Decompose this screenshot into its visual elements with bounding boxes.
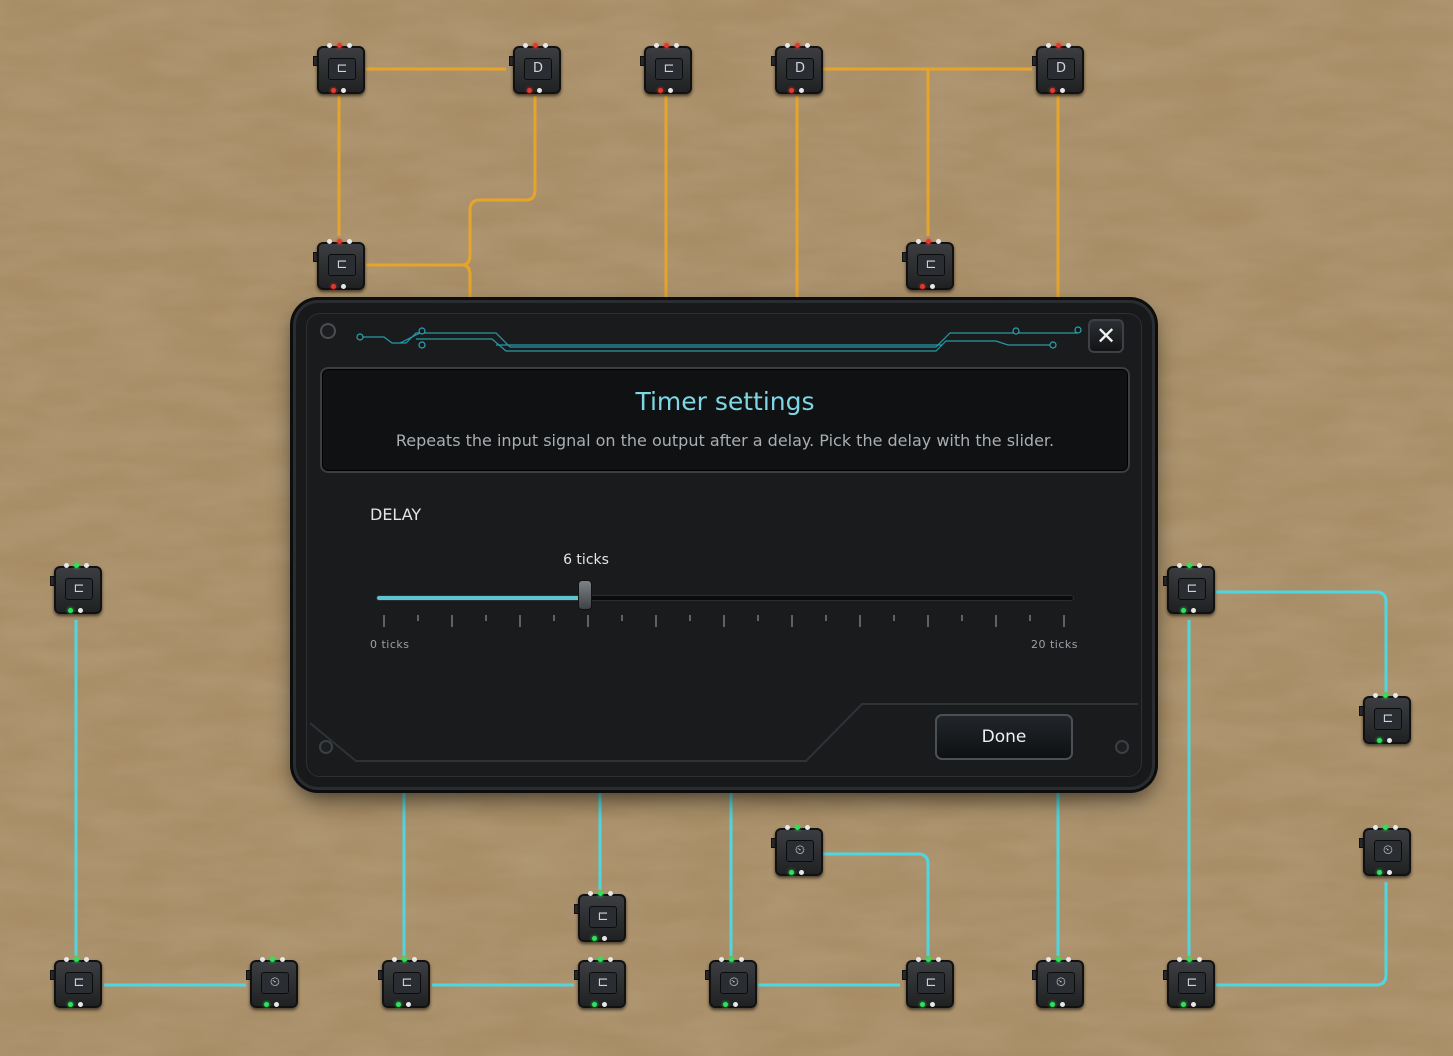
timer-icon: ⏲ [1374, 840, 1402, 862]
and-gate-node[interactable]: D [1032, 42, 1084, 94]
delay-slider-track[interactable] [376, 595, 1074, 601]
splitter-icon: ⊏ [917, 972, 945, 994]
splitter-icon: ⊏ [393, 972, 421, 994]
splitter-node[interactable]: ⊏ [902, 238, 954, 290]
splitter-icon: ⊏ [1374, 708, 1402, 730]
timer-settings-dialog: ✕ Timer settings Repeats the input signa… [296, 303, 1152, 787]
splitter-node[interactable]: ⊏ [640, 42, 692, 94]
splitter-node[interactable]: ⊏ [313, 42, 365, 94]
splitter-icon: ⊏ [65, 578, 93, 600]
delay-slider-fill [377, 596, 586, 600]
done-button[interactable]: Done [935, 714, 1073, 760]
timer-icon: ⏲ [720, 972, 748, 994]
timer-icon: ⏲ [786, 840, 814, 862]
splitter-node[interactable]: ⊏ [1163, 956, 1215, 1008]
splitter-icon: ⊏ [328, 254, 356, 276]
timer-icon: ⏲ [1047, 972, 1075, 994]
and-gate-node[interactable]: D [509, 42, 561, 94]
delay-slider-thumb[interactable] [577, 580, 592, 610]
splitter-icon: ⊏ [1178, 972, 1206, 994]
close-button[interactable]: ✕ [1088, 319, 1124, 353]
splitter-icon: ⊏ [1178, 578, 1206, 600]
delay-value-label: 6 ticks [563, 552, 609, 568]
timer-node[interactable]: ⏲ [771, 824, 823, 876]
dialog-header: Timer settings Repeats the input signal … [320, 367, 1130, 473]
delay-max-label: 20 ticks [1030, 638, 1078, 651]
close-icon: ✕ [1095, 322, 1117, 350]
splitter-node[interactable]: ⊏ [1163, 562, 1215, 614]
splitter-node[interactable]: ⊏ [50, 956, 102, 1008]
splitter-node[interactable]: ⊏ [1359, 692, 1411, 744]
splitter-icon: ⊏ [589, 972, 617, 994]
timer-node[interactable]: ⏲ [246, 956, 298, 1008]
splitter-icon: ⊏ [328, 58, 356, 80]
and-gate-icon: D [786, 58, 814, 80]
and-gate-node[interactable]: D [771, 42, 823, 94]
splitter-node[interactable]: ⊏ [313, 238, 365, 290]
dialog-title: Timer settings [635, 387, 815, 416]
splitter-node[interactable]: ⊏ [574, 956, 626, 1008]
timer-node[interactable]: ⏲ [1032, 956, 1084, 1008]
splitter-icon: ⊏ [589, 906, 617, 928]
timer-node[interactable]: ⏲ [705, 956, 757, 1008]
and-gate-icon: D [1047, 58, 1075, 80]
splitter-icon: ⊏ [917, 254, 945, 276]
splitter-node[interactable]: ⊏ [50, 562, 102, 614]
timer-icon: ⏲ [261, 972, 289, 994]
dialog-subtitle: Repeats the input signal on the output a… [395, 431, 1055, 450]
and-gate-icon: D [524, 58, 552, 80]
splitter-node[interactable]: ⊏ [574, 890, 626, 942]
splitter-icon: ⊏ [655, 58, 683, 80]
delay-min-label: 0 ticks [370, 638, 410, 651]
delay-label: DELAY [370, 505, 422, 524]
splitter-icon: ⊏ [65, 972, 93, 994]
splitter-node[interactable]: ⊏ [378, 956, 430, 1008]
splitter-node[interactable]: ⊏ [902, 956, 954, 1008]
timer-node[interactable]: ⏲ [1359, 824, 1411, 876]
